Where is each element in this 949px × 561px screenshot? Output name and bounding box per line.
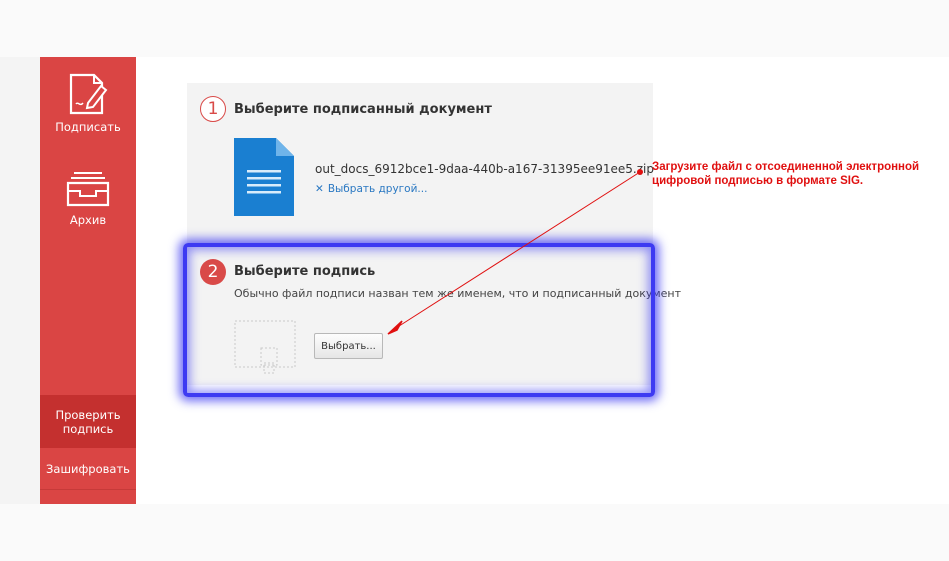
annotation-note: Загрузите файл с отсоединенной электронн… bbox=[652, 161, 920, 187]
annotation-arrow bbox=[387, 169, 643, 335]
